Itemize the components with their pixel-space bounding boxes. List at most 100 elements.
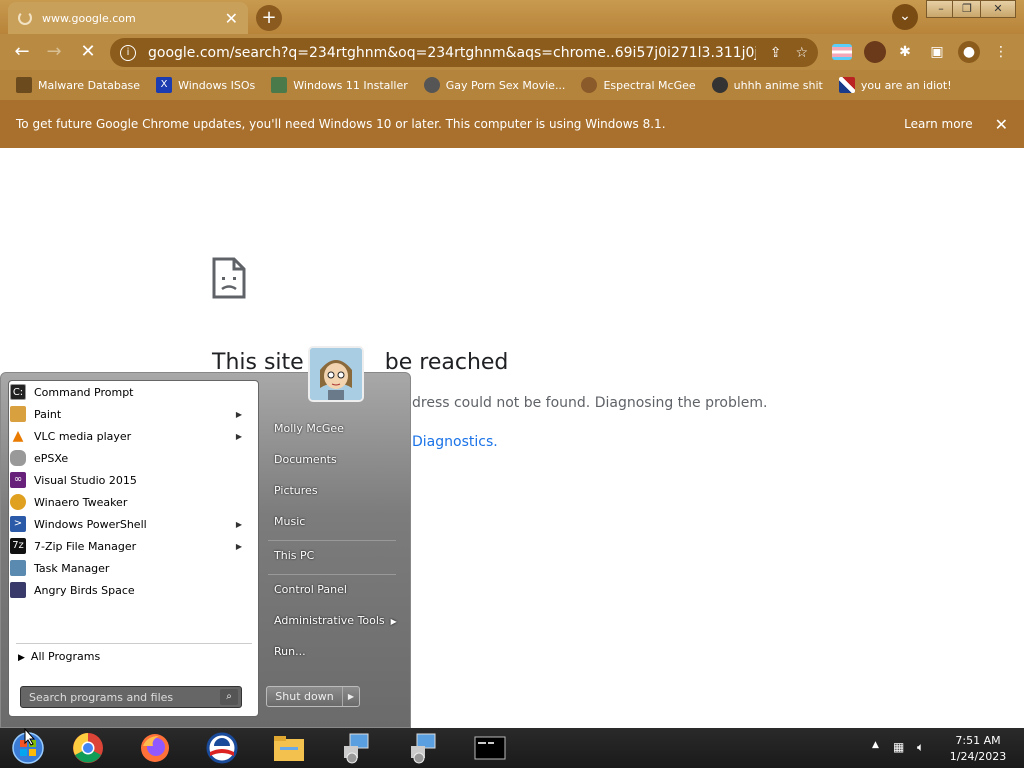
all-programs-button[interactable]: ▶ All Programs bbox=[18, 650, 100, 663]
visual-studio-icon: ∞ bbox=[10, 472, 26, 488]
divider bbox=[16, 643, 252, 644]
network-install-icon bbox=[344, 733, 369, 764]
disc-icon bbox=[423, 77, 440, 93]
program-epsxe[interactable]: ePSXe bbox=[10, 447, 250, 469]
gamepad-icon bbox=[10, 450, 26, 466]
learn-more-link[interactable]: Learn more bbox=[904, 117, 972, 131]
bookmark-item[interactable]: Gay Porn Sex Movie... bbox=[423, 77, 565, 93]
infobar-close-icon[interactable]: ✕ bbox=[995, 115, 1008, 134]
volume-icon[interactable]: 🔈︎ bbox=[917, 740, 924, 755]
cmd-icon bbox=[474, 736, 506, 760]
search-icon[interactable]: ⌕ bbox=[220, 689, 238, 705]
program-7zip[interactable]: 7z 7-Zip File Manager ▶ bbox=[10, 535, 250, 557]
file-explorer-icon bbox=[274, 736, 304, 761]
infobar-message: To get future Google Chrome updates, you… bbox=[16, 117, 666, 131]
network-install-icon bbox=[411, 733, 436, 764]
7zip-icon: 7z bbox=[10, 538, 26, 554]
triangle-right-icon: ▶ bbox=[18, 653, 25, 663]
documents-link[interactable]: Documents bbox=[274, 453, 337, 466]
control-panel-link[interactable]: Control Panel bbox=[274, 583, 347, 596]
paint-icon bbox=[10, 406, 26, 422]
program-angry-birds-space[interactable]: Angry Birds Space bbox=[10, 579, 250, 601]
bookmark-star-icon[interactable]: ☆ bbox=[795, 45, 808, 61]
tab-title: www.google.com bbox=[42, 11, 136, 25]
bookmark-item[interactable]: Espectral McGee bbox=[581, 77, 696, 93]
task-manager-icon bbox=[10, 560, 26, 576]
network-icon[interactable]: ▦ bbox=[893, 740, 904, 754]
angry-birds-icon bbox=[10, 582, 26, 598]
taskbar-firefox[interactable] bbox=[127, 730, 183, 766]
powershell-icon: > bbox=[10, 516, 26, 532]
program-paint[interactable]: Paint ▶ bbox=[10, 403, 250, 425]
chrome-icon bbox=[73, 733, 103, 763]
anime-icon bbox=[711, 77, 728, 93]
run-link[interactable]: Run... bbox=[274, 645, 306, 658]
vlc-icon: ▲ bbox=[12, 428, 24, 444]
program-winaero-tweaker[interactable]: Winaero Tweaker bbox=[10, 491, 250, 513]
profile-icon[interactable]: ● bbox=[958, 41, 980, 63]
clock-date: 1/24/2023 bbox=[949, 750, 1007, 763]
bookmark-item[interactable]: uhhh anime shit bbox=[711, 77, 823, 93]
browser-tab[interactable]: www.google.com ✕ bbox=[8, 2, 248, 34]
bookmark-item[interactable]: Windows 11 Installer bbox=[271, 77, 408, 93]
shutdown-options-icon[interactable]: ▶ bbox=[343, 687, 359, 706]
bookmarks-bar: Malware Database X Windows ISOs Windows 1… bbox=[0, 70, 1024, 100]
pictures-link[interactable]: Pictures bbox=[274, 484, 318, 497]
shutdown-label[interactable]: Shut down bbox=[267, 687, 343, 706]
chrome-menu-icon[interactable]: ⋮ bbox=[990, 41, 1012, 63]
side-panel-icon[interactable]: ▣ bbox=[926, 41, 948, 63]
bookmark-item[interactable]: Malware Database bbox=[16, 77, 140, 93]
taskbar-chrome[interactable] bbox=[60, 730, 116, 766]
back-button[interactable]: ← bbox=[10, 40, 34, 64]
administrative-tools-link[interactable]: Administrative Tools ▶ bbox=[274, 614, 397, 627]
submenu-arrow-icon: ▶ bbox=[390, 617, 397, 626]
user-name-link[interactable]: Molly McGee bbox=[274, 422, 344, 435]
taskbar-clock[interactable]: 7:51 AM 1/24/2023 bbox=[946, 733, 1010, 765]
program-vlc[interactable]: ▲ VLC media player ▶ bbox=[10, 425, 250, 447]
forward-button[interactable]: → bbox=[42, 40, 66, 64]
tab-close-icon[interactable]: ✕ bbox=[225, 9, 238, 28]
submenu-arrow-icon: ▶ bbox=[235, 519, 242, 529]
cmd-icon: C: bbox=[10, 384, 26, 400]
loading-spinner-icon bbox=[18, 11, 32, 25]
program-visual-studio[interactable]: ∞ Visual Studio 2015 bbox=[10, 469, 250, 491]
diagnostics-link[interactable]: Diagnostics. bbox=[412, 434, 498, 450]
taskbar-obama-logo[interactable] bbox=[194, 730, 250, 766]
firefox-icon bbox=[141, 734, 169, 762]
bookmark-item[interactable]: X Windows ISOs bbox=[156, 77, 255, 93]
tab-search-button[interactable]: ⌄ bbox=[892, 4, 918, 30]
share-icon[interactable]: ⇪ bbox=[770, 45, 782, 61]
program-powershell[interactable]: > Windows PowerShell ▶ bbox=[10, 513, 250, 535]
start-search-input[interactable]: Search programs and files ⌕ bbox=[20, 686, 242, 708]
trans-flag-extension-icon[interactable] bbox=[832, 44, 852, 60]
submenu-arrow-icon: ▶ bbox=[235, 409, 242, 419]
taskbar-network-install-2[interactable] bbox=[395, 730, 451, 766]
extensions-icon[interactable]: ✱ bbox=[894, 41, 916, 63]
program-command-prompt[interactable]: C: Command Prompt bbox=[10, 381, 250, 403]
this-pc-link[interactable]: This PC bbox=[274, 549, 314, 562]
image-icon bbox=[271, 77, 288, 93]
avatar-extension-icon[interactable] bbox=[864, 41, 886, 63]
url-text[interactable]: google.com/search?q=234rtghnm&oq=234rtgh… bbox=[148, 45, 756, 61]
tweaker-icon bbox=[10, 494, 26, 510]
music-link[interactable]: Music bbox=[274, 515, 305, 528]
tray-expand-icon[interactable]: ▲ bbox=[872, 740, 879, 750]
close-window-button[interactable]: ✕ bbox=[980, 0, 1016, 18]
submenu-arrow-icon: ▶ bbox=[235, 431, 242, 441]
new-tab-button[interactable]: + bbox=[256, 5, 282, 31]
taskbar-network-install-1[interactable] bbox=[328, 730, 384, 766]
user-avatar[interactable] bbox=[308, 346, 364, 402]
program-task-manager[interactable]: Task Manager bbox=[10, 557, 250, 579]
stop-button[interactable]: ✕ bbox=[76, 40, 100, 64]
shutdown-button[interactable]: Shut down ▶ bbox=[266, 686, 360, 707]
mouse-cursor-icon bbox=[24, 728, 36, 746]
update-infobar: To get future Google Chrome updates, you… bbox=[0, 100, 1024, 148]
taskbar-command-prompt[interactable] bbox=[462, 730, 518, 766]
address-bar[interactable]: i google.com/search?q=234rtghnm&oq=234rt… bbox=[110, 38, 818, 67]
site-info-icon[interactable]: i bbox=[120, 44, 136, 61]
bookmark-item[interactable]: you are an idiot! bbox=[838, 77, 952, 93]
x-icon: X bbox=[156, 77, 173, 93]
taskbar-file-explorer[interactable] bbox=[261, 730, 317, 766]
maximize-button[interactable]: ❐ bbox=[952, 0, 982, 18]
clock-time: 7:51 AM bbox=[955, 734, 1001, 747]
